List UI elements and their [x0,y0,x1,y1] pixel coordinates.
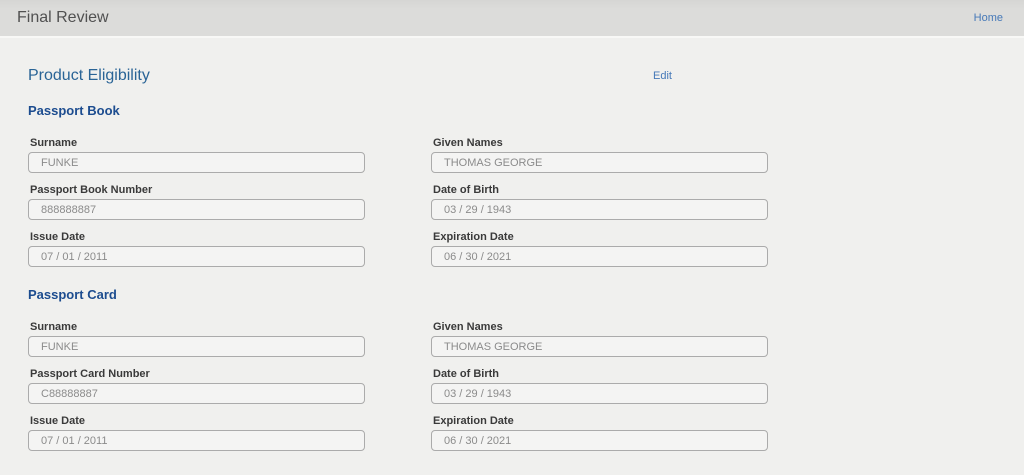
section-title-passport-book: Passport Book [28,103,120,118]
field-row: Issue Date Expiration Date [28,231,1024,267]
section-title-passport-card: Passport Card [28,287,117,302]
field-row: Issue Date Expiration Date [28,415,1024,451]
edit-link[interactable]: Edit [653,70,672,82]
field-label: Expiration Date [433,415,514,427]
passport-card-number-input[interactable] [28,383,365,404]
date-of-birth-input[interactable] [431,199,768,220]
field-surname: Surname [28,137,365,173]
card-issue-date-input[interactable] [28,430,365,451]
field-label: Passport Book Number [30,184,153,196]
field-date-of-birth: Date of Birth [431,184,768,220]
card-given-names-input[interactable] [431,336,768,357]
field-issue-date: Issue Date [28,231,365,267]
field-row: Surname Given Names [28,321,1024,357]
field-label: Date of Birth [433,368,499,380]
field-given-names: Given Names [431,137,768,173]
top-header-bar: Final Review Home [0,0,1024,38]
field-label: Surname [30,321,78,333]
field-expiration-date: Expiration Date [431,231,768,267]
expiration-date-input[interactable] [431,246,768,267]
field-given-names: Given Names [431,321,768,357]
field-label: Given Names [433,321,503,333]
field-label: Issue Date [30,231,86,243]
field-row: Surname Given Names [28,137,1024,173]
card-date-of-birth-input[interactable] [431,383,768,404]
field-row: Passport Book Number Date of Birth [28,184,1024,220]
page-title: Product Eligibility [28,67,150,84]
field-label: Given Names [433,137,503,149]
passport-book-fields: Surname Given Names Passport Book Number… [28,137,1024,267]
field-expiration-date: Expiration Date [431,415,768,451]
card-expiration-date-input[interactable] [431,430,768,451]
field-date-of-birth: Date of Birth [431,368,768,404]
given-names-input[interactable] [431,152,768,173]
field-label: Expiration Date [433,231,514,243]
field-label: Passport Card Number [30,368,150,380]
field-row: Passport Card Number Date of Birth [28,368,1024,404]
field-label: Date of Birth [433,184,499,196]
surname-input[interactable] [28,152,365,173]
content-area: Product Eligibility Edit Passport Book S… [0,38,1024,451]
field-issue-date: Issue Date [28,415,365,451]
field-passport-book-number: Passport Book Number [28,184,365,220]
passport-book-number-input[interactable] [28,199,365,220]
field-passport-card-number: Passport Card Number [28,368,365,404]
card-surname-input[interactable] [28,336,365,357]
field-label: Surname [30,137,78,149]
final-review-page: Final Review Home Product Eligibility Ed… [0,0,1024,475]
field-label: Issue Date [30,415,86,427]
home-link[interactable]: Home [974,12,1003,24]
field-surname: Surname [28,321,365,357]
page-header-title: Final Review [17,9,109,26]
issue-date-input[interactable] [28,246,365,267]
passport-card-fields: Surname Given Names Passport Card Number… [28,321,1024,451]
